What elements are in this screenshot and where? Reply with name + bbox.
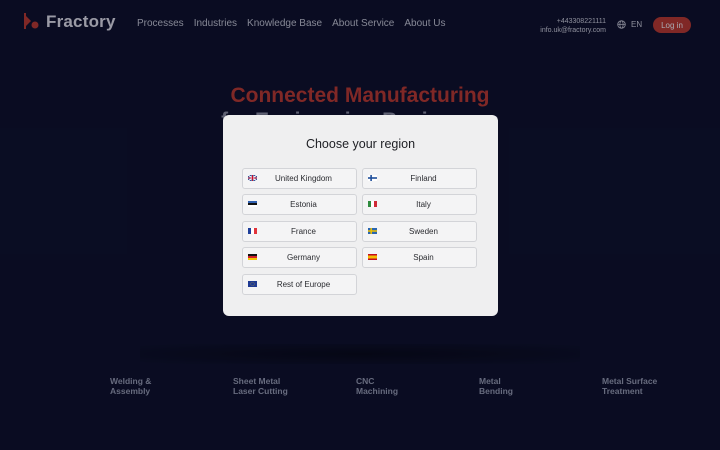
es-flag-icon — [368, 254, 377, 260]
region-label: Finland — [410, 174, 437, 183]
region-label: Sweden — [409, 227, 438, 236]
region-france[interactable]: France — [242, 221, 357, 242]
region-label: France — [291, 227, 316, 236]
region-sweden[interactable]: Sweden — [362, 221, 477, 242]
region-italy[interactable]: Italy — [362, 194, 477, 215]
region-united-kingdom[interactable]: United Kingdom — [242, 168, 357, 189]
fr-flag-icon — [248, 228, 257, 234]
it-flag-icon — [368, 201, 377, 207]
region-label: Germany — [287, 253, 320, 262]
region-germany[interactable]: Germany — [242, 247, 357, 268]
region-finland[interactable]: Finland — [362, 168, 477, 189]
gb-flag-icon — [248, 175, 257, 181]
eu-flag-icon — [248, 281, 257, 287]
region-label: Rest of Europe — [276, 280, 331, 289]
region-estonia[interactable]: Estonia — [242, 194, 357, 215]
region-rest-of-europe[interactable]: Rest of Europe — [242, 274, 357, 295]
modal-title: Choose your region — [305, 137, 416, 151]
de-flag-icon — [248, 254, 257, 260]
region-label: Spain — [413, 253, 434, 262]
region-label: Estonia — [290, 200, 317, 209]
region-label: United Kingdom — [275, 174, 332, 183]
region-label: Italy — [416, 200, 431, 209]
ee-flag-icon — [248, 201, 257, 207]
page: Fractory Processes Industries Knowledge … — [0, 0, 720, 450]
region-modal: Choose your region United Kingdom Finlan… — [223, 115, 498, 316]
region-spain[interactable]: Spain — [362, 247, 477, 268]
se-flag-icon — [368, 228, 377, 234]
fi-flag-icon — [368, 175, 377, 181]
